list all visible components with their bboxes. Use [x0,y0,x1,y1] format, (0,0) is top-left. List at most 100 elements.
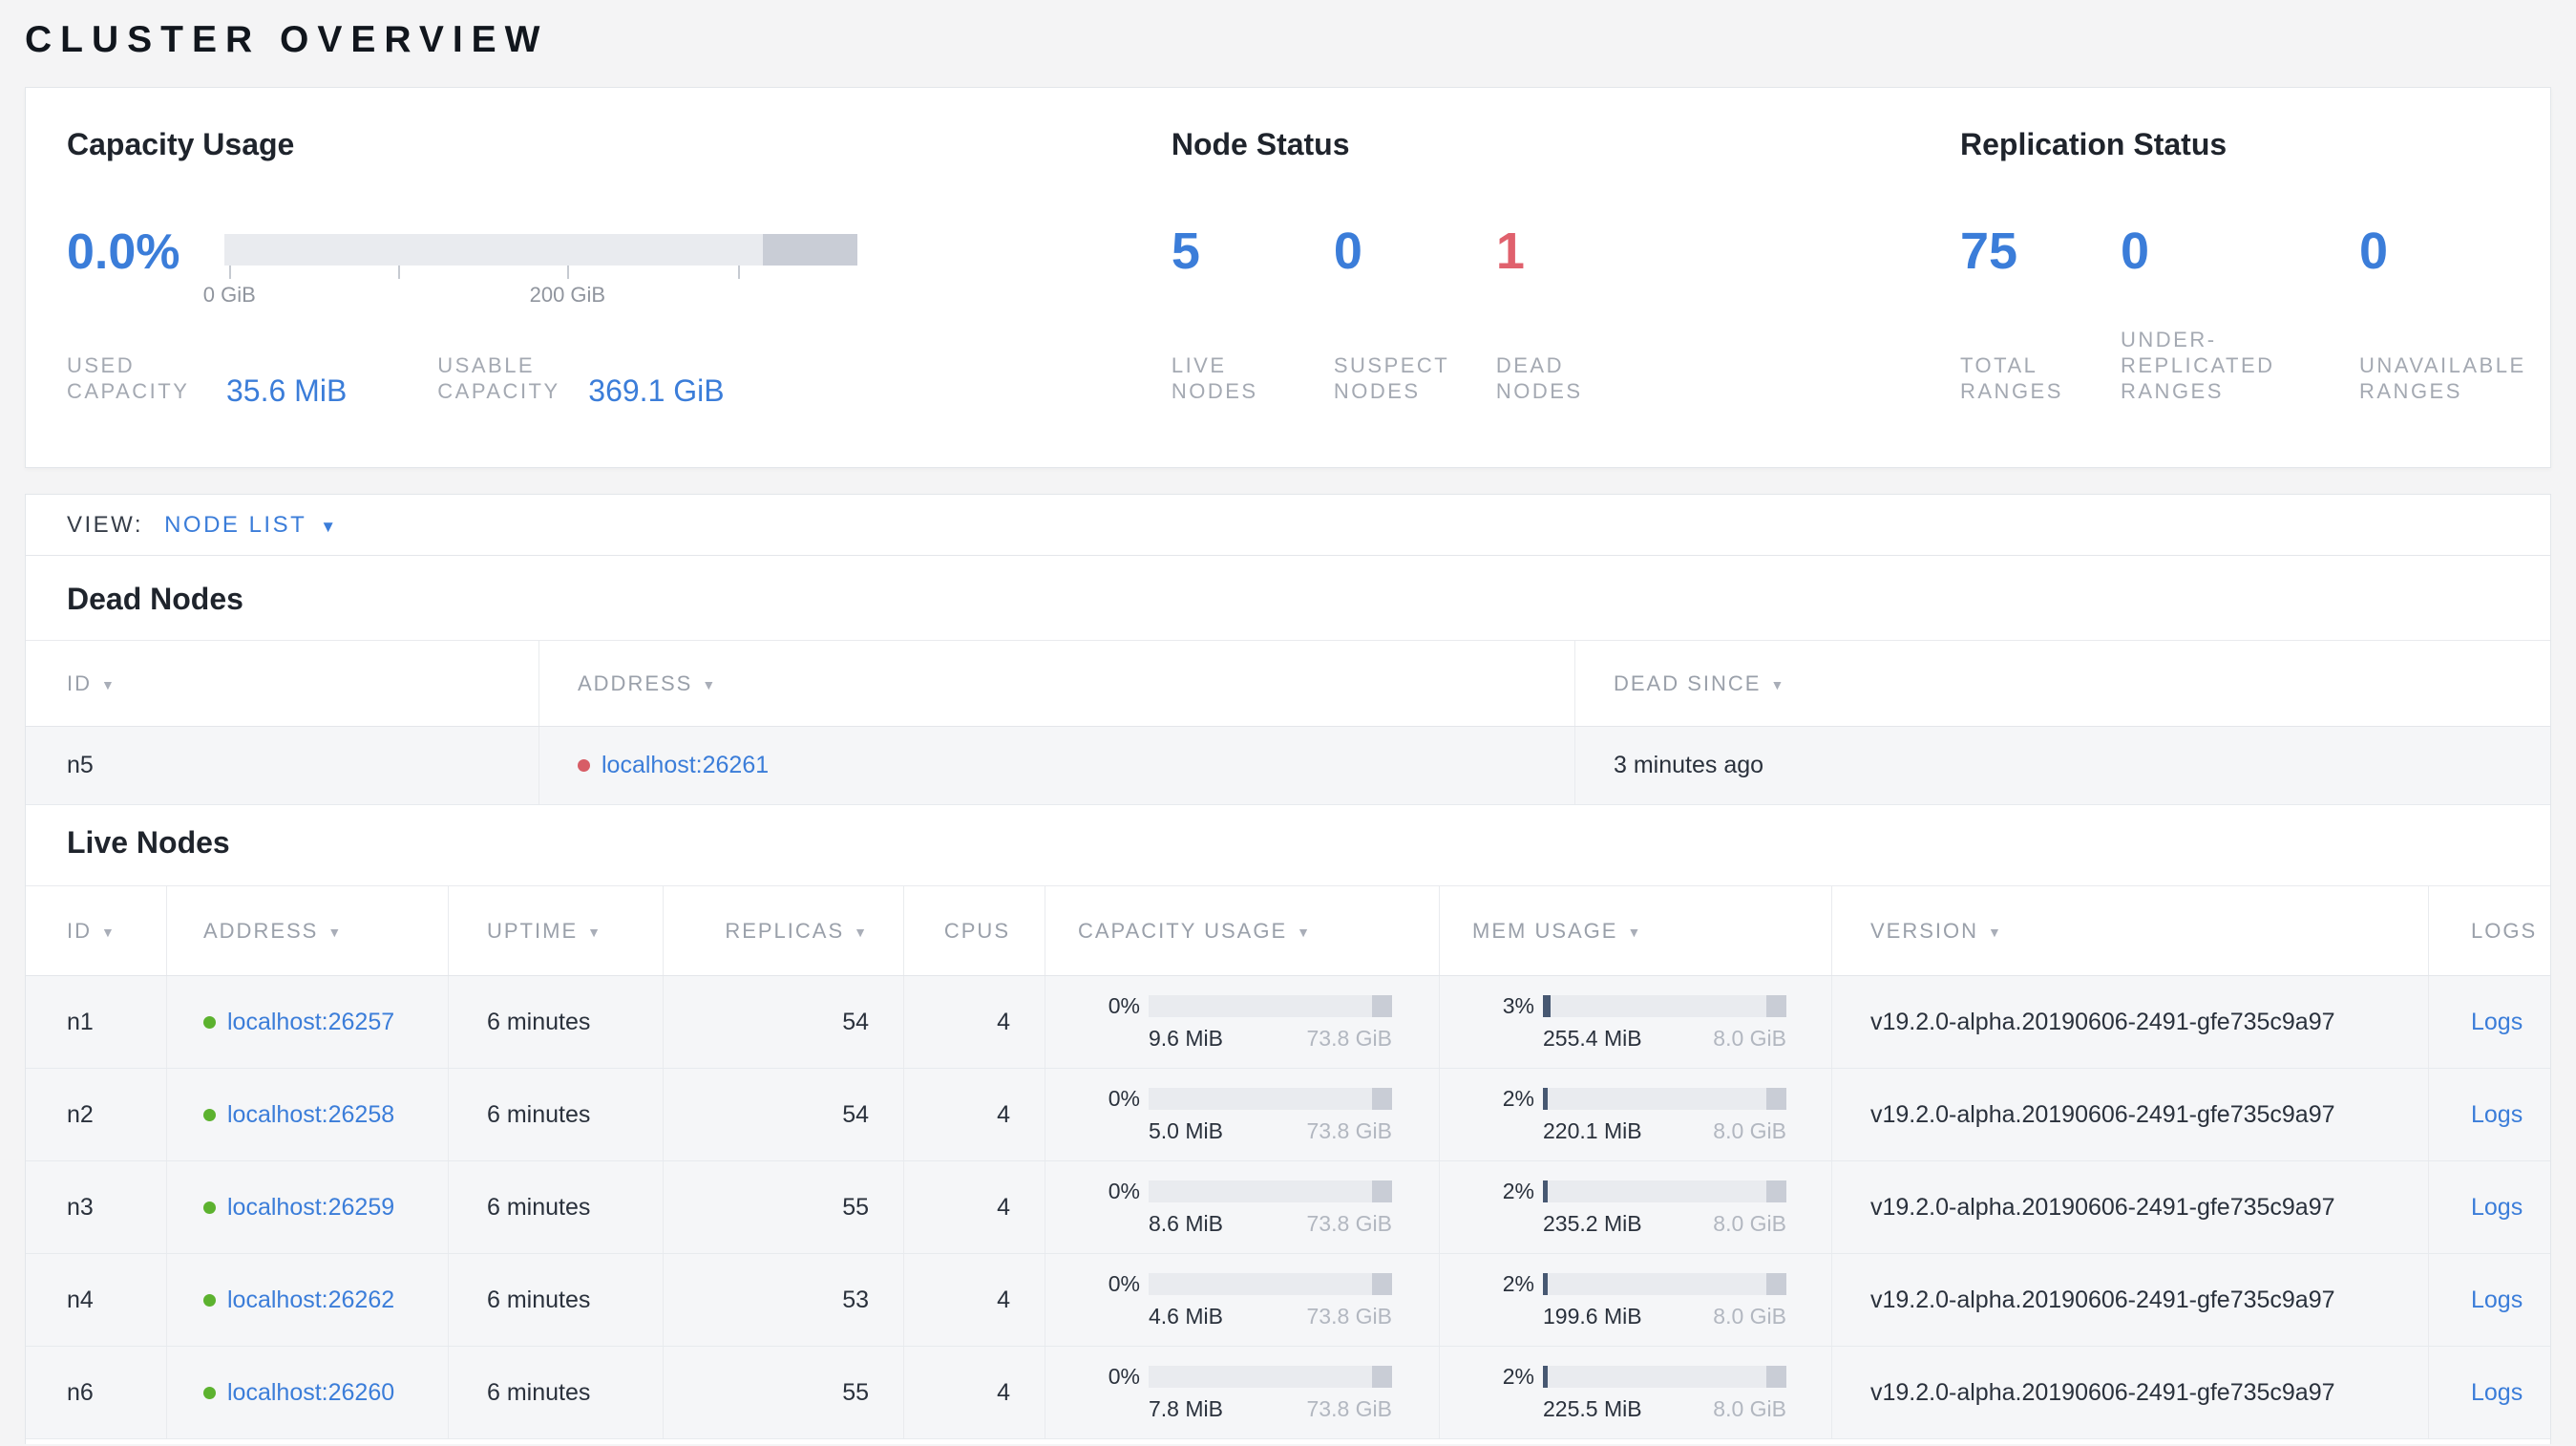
node-address-link[interactable]: localhost:26262 [227,1287,394,1314]
sort-desc-icon: ▼ [1297,924,1312,940]
used-capacity-value: 35.6 MiB [226,373,348,408]
node-status-stats: 5 LIVE NODES 0 SUSPECT NODES 1 DEAD NODE… [1172,225,1960,404]
live-nodes-heading: Live Nodes [67,825,230,860]
capacity-usage-endcap [1372,994,1392,1017]
mem-usage-endcap [1766,994,1786,1017]
node-id-cell: n3 [26,1161,167,1253]
node-logs-cell: Logs [2429,1254,2550,1346]
dead-col-header-id[interactable]: ID ▼ [26,641,539,726]
mem-usage-bar [1543,1180,1786,1202]
live-status-dot-icon [203,1015,216,1029]
node-address-link[interactable]: localhost:26259 [227,1194,394,1222]
col-header-uptime[interactable]: UPTIME ▼ [449,886,664,975]
col-header-id[interactable]: ID ▼ [26,886,167,975]
node-mem-cell: 3% 255.4 MiB 8.0 GiB [1440,976,1832,1068]
node-status-heading: Node Status [1171,127,1350,161]
capacity-used-value: 5.0 MiB [1149,1117,1223,1143]
dead-col-header-address[interactable]: ADDRESS ▼ [539,641,1575,726]
mem-used-value: 199.6 MiB [1543,1303,1642,1329]
col-header-capacity-usage[interactable]: CAPACITY USAGE ▼ [1045,886,1440,975]
node-uptime-cell: 6 minutes [449,1347,664,1438]
mem-usage-bar [1543,1365,1786,1388]
node-address-link[interactable]: localhost:26257 [227,1009,394,1036]
node-id-cell: n1 [26,976,167,1068]
node-logs-cell: Logs [2429,1069,2550,1160]
node-mem-cell: 2% 225.5 MiB 8.0 GiB [1440,1347,1832,1438]
logs-link[interactable]: Logs [2471,1194,2523,1222]
total-ranges-label: TOTAL RANGES [1960,353,2063,403]
dead-col-header-dead-since[interactable]: DEAD SINCE ▼ [1575,641,2550,726]
axis-tick [229,266,232,279]
view-selector-dropdown[interactable]: VIEW: NODE LIST ▼ [26,495,2550,556]
mem-usage-endcap [1766,1180,1786,1202]
node-replicas-cell: 55 [664,1161,904,1253]
usable-capacity-label: USABLE CAPACITY [437,353,560,403]
logs-link[interactable]: Logs [2471,1287,2523,1314]
node-address-cell: localhost:26259 [167,1161,449,1253]
node-replicas-cell: 54 [664,976,904,1068]
node-logs-cell: Logs [2429,1161,2550,1253]
cluster-overview-page: CLUSTER OVERVIEW Capacity Usage 0.0% 0 G… [0,19,2576,1444]
node-logs-cell: Logs [2429,976,2550,1068]
chevron-down-icon: ▼ [320,517,337,536]
cluster-summary-panel: Capacity Usage 0.0% 0 GiB 200 GiB USED C… [25,87,2551,468]
mem-total-value: 8.0 GiB [1713,1210,1786,1236]
replication-stats: 75 TOTAL RANGES 0 UNDER-REPLICATED RANGE… [1960,225,2550,404]
col-header-cpus[interactable]: CPUS [904,886,1045,975]
capacity-stats: USED CAPACITY 35.6 MiB USABLE CAPACITY 3… [67,352,1172,408]
capacity-percent: 0% [1108,1178,1140,1203]
capacity-percent: 0% [1108,992,1140,1018]
axis-tick [398,266,401,279]
col-header-address[interactable]: ADDRESS ▼ [167,886,449,975]
live-status-dot-icon [203,1293,216,1307]
axis-tick [567,266,570,279]
capacity-percent: 0% [1108,1085,1140,1111]
capacity-total-value: 73.8 GiB [1306,1303,1393,1329]
node-status-section: Node Status 5 LIVE NODES 0 SUSPECT NODES… [1172,126,1960,404]
view-selected-value[interactable]: NODE LIST [164,512,306,539]
sort-desc-icon: ▼ [1988,924,2003,940]
suspect-nodes-label: SUSPECT NODES [1333,353,1449,403]
capacity-usage-heading: Capacity Usage [67,127,295,161]
live-nodes-header-row: ID ▼ ADDRESS ▼ UPTIME ▼ REPLICAS ▼ CPUS [26,886,2550,976]
capacity-usage-bar [1149,1180,1392,1202]
used-capacity-stat: USED CAPACITY 35.6 MiB [67,352,348,408]
node-address-link[interactable]: localhost:26260 [227,1379,394,1407]
logs-link[interactable]: Logs [2471,1379,2523,1407]
node-address-link[interactable]: localhost:26258 [227,1101,394,1129]
node-uptime-cell: 6 minutes [449,1069,664,1160]
col-header-replicas[interactable]: REPLICAS ▼ [664,886,904,975]
logs-link[interactable]: Logs [2471,1101,2523,1129]
mem-used-value: 235.2 MiB [1543,1210,1642,1236]
axis-tick [738,266,741,279]
sort-desc-icon: ▼ [327,924,344,940]
node-mem-cell: 2% 199.6 MiB 8.0 GiB [1440,1254,1832,1346]
mem-usage-bar [1543,994,1786,1017]
col-header-mem-usage[interactable]: MEM USAGE ▼ [1440,886,1832,975]
mem-usage-bar [1543,1272,1786,1295]
node-address-cell: localhost:26257 [167,976,449,1068]
sort-desc-icon: ▼ [587,924,602,940]
capacity-usage-section: Capacity Usage 0.0% 0 GiB 200 GiB USED C… [67,126,1172,408]
node-address-cell: localhost:26258 [167,1069,449,1160]
sort-desc-icon: ▼ [101,924,116,940]
node-capacity-cell: 0% 7.8 MiB 73.8 GiB [1045,1347,1440,1438]
node-capacity-cell: 0% 5.0 MiB 73.8 GiB [1045,1069,1440,1160]
capacity-usage-endcap [1372,1087,1392,1110]
node-cpus-cell: 4 [904,1161,1045,1253]
page-title: CLUSTER OVERVIEW [25,19,549,60]
capacity-gauge: 0 GiB 200 GiB [203,234,857,309]
logs-link[interactable]: Logs [2471,1009,2523,1036]
node-cpus-cell: 4 [904,1254,1045,1346]
node-uptime-cell: 6 minutes [449,976,664,1068]
live-node-row: n2 localhost:26258 6 minutes 54 4 0% 5.0… [26,1069,2550,1161]
capacity-bar-reserved-segment [762,234,857,266]
node-address-link[interactable]: localhost:26261 [602,752,769,779]
view-label: VIEW: [67,511,144,538]
capacity-total-value: 73.8 GiB [1306,1395,1393,1421]
col-header-version[interactable]: VERSION ▼ [1832,886,2429,975]
live-node-row: n4 localhost:26262 6 minutes 53 4 0% 4.6… [26,1254,2550,1347]
axis-label-zero: 0 GiB [202,283,256,307]
capacity-usage-bar [1149,1087,1392,1110]
mem-usage-endcap [1766,1365,1786,1388]
